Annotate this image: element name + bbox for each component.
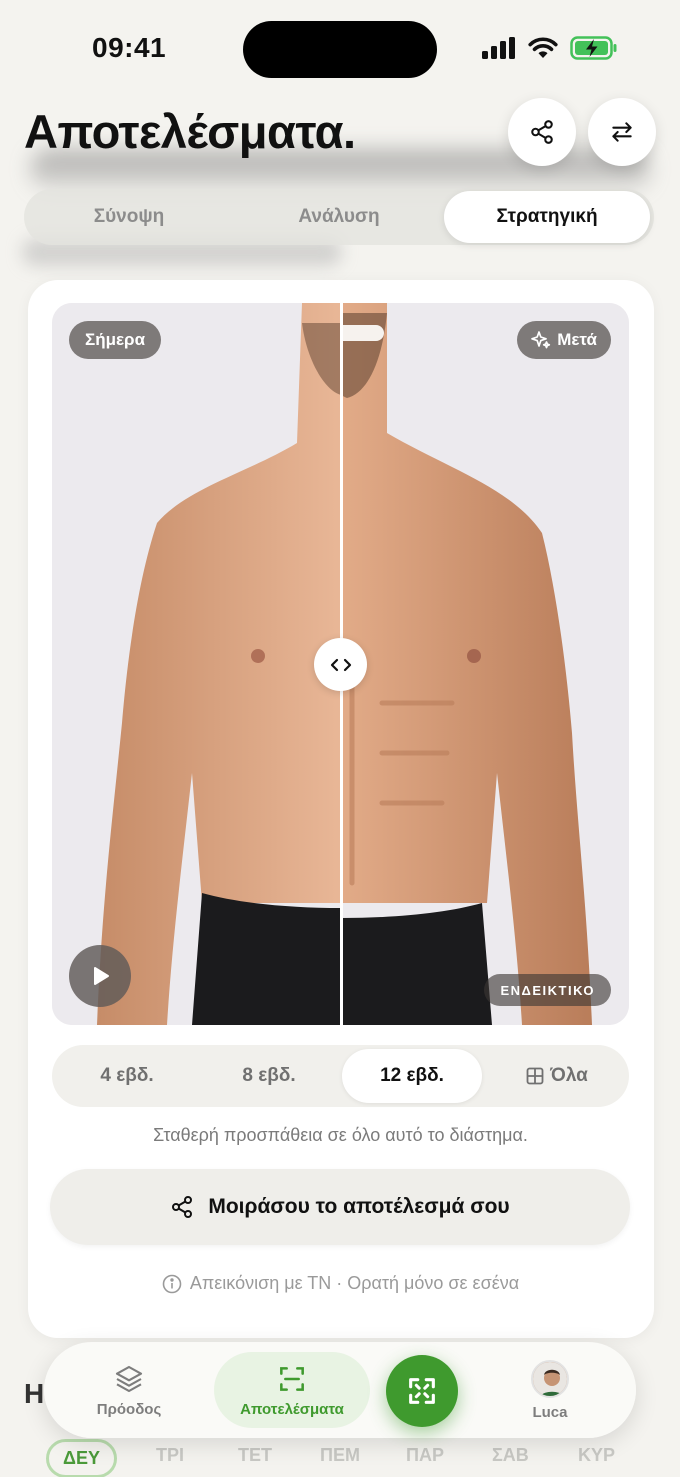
- view-tabs: Σύνοψη Ανάλυση Στρατηγική: [24, 189, 654, 245]
- tab-strategy[interactable]: Στρατηγική: [444, 191, 650, 243]
- comparison-slider-handle[interactable]: [314, 638, 367, 691]
- ai-disclaimer: Απεικόνιση με ΤΝ · Ορατή μόνο σε εσένα: [52, 1273, 629, 1294]
- weekday-tue[interactable]: ΤΡΙ: [156, 1445, 184, 1466]
- status-icons: [482, 36, 618, 60]
- tab-analysis[interactable]: Ανάλυση: [234, 189, 444, 245]
- share-result-label: Μοιράσου το αποτέλεσμά σου: [208, 1195, 510, 1218]
- nav-progress-label: Πρόοδος: [96, 1400, 162, 1418]
- status-bar: 09:41: [0, 0, 680, 100]
- duration-selector: 4 εβδ. 8 εβδ. 12 εβδ. Όλα: [52, 1045, 629, 1107]
- status-time: 09:41: [92, 32, 167, 63]
- before-label-text: Σήμερα: [85, 330, 146, 349]
- avatar-illustration: [533, 1361, 567, 1396]
- bottom-navigation: Πρόοδος Αποτελέσματα Luca: [44, 1342, 636, 1438]
- nav-profile[interactable]: Luca: [490, 1342, 610, 1438]
- grid-icon: [526, 1067, 544, 1085]
- play-button[interactable]: [69, 945, 131, 1007]
- duration-4-weeks[interactable]: 4 εβδ.: [62, 1045, 192, 1107]
- scan-fab-button[interactable]: [386, 1355, 458, 1427]
- duration-8-weeks[interactable]: 8 εβδ.: [202, 1045, 336, 1107]
- weekday-wed[interactable]: ΤΕΤ: [238, 1445, 272, 1466]
- swap-arrows-icon: [612, 122, 632, 142]
- nav-results-label: Αποτελέσματα: [240, 1400, 344, 1418]
- weekday-fri[interactable]: ΠΑΡ: [406, 1445, 444, 1466]
- indicative-badge: ΕΝΔΕΙΚΤΙΚΟ: [484, 974, 611, 1006]
- wifi-icon: [528, 37, 558, 58]
- signal-icon: [482, 37, 515, 59]
- background-heading: Η: [24, 1378, 45, 1409]
- before-label: Σήμερα: [69, 321, 162, 359]
- scan-icon: [280, 1366, 304, 1391]
- duration-caption: Σταθερή προσπάθεια σε όλο αυτό το διάστη…: [153, 1125, 528, 1145]
- share-header-button[interactable]: [508, 98, 576, 166]
- ai-disclaimer-text: Απεικόνιση με ΤΝ · Ορατή μόνο σε εσένα: [189, 1273, 520, 1293]
- sparkle-icon: [531, 331, 551, 349]
- tab-summary[interactable]: Σύνοψη: [24, 189, 234, 245]
- play-icon: [94, 967, 109, 985]
- layers-icon: [115, 1365, 143, 1392]
- info-icon: [162, 1274, 182, 1293]
- nav-results[interactable]: Αποτελέσματα: [214, 1352, 370, 1428]
- chevron-left-right-icon: [330, 658, 351, 671]
- nav-progress[interactable]: Πρόοδος: [64, 1342, 194, 1438]
- share-result-button[interactable]: Μοιράσου το αποτέλεσμά σου: [50, 1169, 630, 1245]
- before-after-comparison[interactable]: Σήμερα Μετά ΕΝΔΕΙΚΤΙΚΟ: [52, 303, 629, 1025]
- expand-scan-icon: [409, 1378, 435, 1404]
- after-label-text: Μετά: [557, 330, 597, 349]
- avatar: [531, 1359, 569, 1398]
- page-title: Αποτελέσματα.: [24, 105, 356, 158]
- share-icon: [172, 1196, 193, 1218]
- battery-charging-icon: [570, 36, 617, 60]
- dynamic-island: [243, 21, 437, 78]
- share-icon: [531, 120, 553, 144]
- weekday-strip: ΔΕΥ ΤΡΙ ΤΕΤ ΠΕΜ ΠΑΡ ΣΑΒ ΚΥΡ: [46, 1439, 656, 1477]
- weekday-mon[interactable]: ΔΕΥ: [46, 1439, 117, 1477]
- nav-profile-label: Luca: [532, 1403, 568, 1421]
- duration-all-label: Όλα: [550, 1065, 588, 1086]
- weekday-sun[interactable]: ΚΥΡ: [578, 1445, 615, 1466]
- duration-12-weeks[interactable]: 12 εβδ.: [342, 1049, 482, 1103]
- duration-all[interactable]: Όλα: [492, 1045, 622, 1107]
- after-label: Μετά: [517, 321, 611, 359]
- swap-button[interactable]: [588, 98, 656, 166]
- weekday-sat[interactable]: ΣΑΒ: [492, 1445, 529, 1466]
- weekday-thu[interactable]: ΠΕΜ: [320, 1445, 360, 1466]
